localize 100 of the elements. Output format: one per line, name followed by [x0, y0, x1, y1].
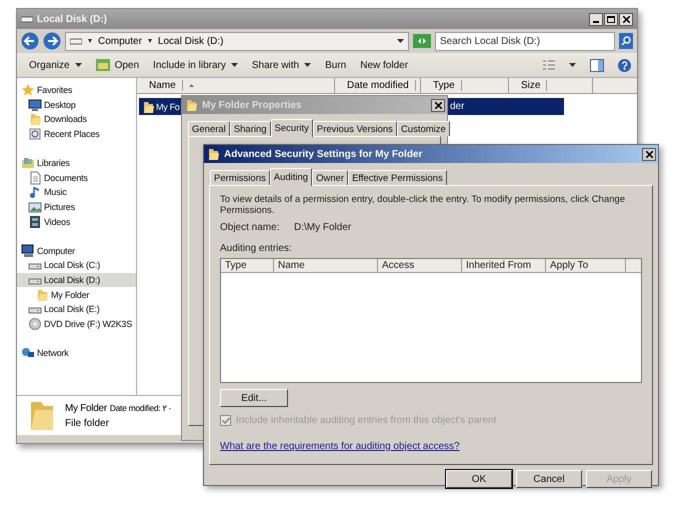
chevron-icon — [148, 39, 152, 43]
column-header[interactable]: Inherited From — [462, 259, 546, 272]
disc-icon — [28, 316, 42, 331]
forward-icon — [43, 32, 61, 50]
close-button[interactable] — [619, 12, 633, 26]
close-button[interactable] — [431, 98, 445, 112]
tab[interactable]: Previous Versions — [312, 121, 397, 136]
caret-icon — [397, 39, 404, 43]
tab[interactable]: Sharing — [230, 121, 271, 136]
toolbar-button[interactable]: Include in library — [147, 58, 244, 72]
toolbar-button[interactable]: Share with — [246, 58, 318, 72]
caret-icon — [74, 63, 82, 67]
search-icon — [619, 33, 633, 49]
minimize-button[interactable] — [589, 12, 603, 26]
toolbar-button[interactable]: Burn — [319, 58, 352, 72]
file-name-cell[interactable]: My Fo — [139, 98, 182, 115]
description-text: To view details of a permission entry, double-click the entry. To modify permissions, click Change Permissions. — [220, 194, 626, 216]
search-field[interactable]: Search Local Disk (D:) — [435, 32, 615, 50]
computer-icon — [21, 244, 35, 258]
nav-item[interactable]: Local Disk (D:) — [17, 272, 136, 288]
column-header[interactable]: Apply To — [546, 259, 626, 272]
column-header[interactable]: Size — [509, 78, 593, 93]
nav-item[interactable]: Computer — [17, 244, 136, 258]
view-list-icon — [543, 59, 555, 71]
nav-item[interactable]: Videos — [17, 214, 136, 229]
edit-button[interactable]: Edit... — [220, 389, 288, 407]
chevron-icon — [88, 39, 92, 43]
window-title: My Folder Properties — [202, 100, 302, 110]
tab[interactable]: Permissions — [210, 170, 270, 185]
tab[interactable]: Security — [270, 119, 313, 137]
caret-icon — [304, 63, 312, 67]
dialog-button[interactable]: OK — [446, 470, 512, 488]
entries-label: Auditing entries: — [220, 243, 293, 254]
close-icon — [434, 102, 442, 108]
nav-item[interactable]: My Folder — [17, 287, 136, 302]
window-title: Local Disk (D:) — [37, 14, 108, 24]
address-bar[interactable]: Computer Local Disk (D:) — [65, 32, 409, 50]
close-icon — [646, 150, 652, 158]
nav-item[interactable]: Downloads — [17, 112, 136, 127]
nav-item[interactable]: Desktop — [17, 98, 136, 112]
tab[interactable]: General — [188, 121, 230, 136]
recent-places-icon — [28, 127, 42, 142]
folder-icon — [184, 98, 198, 112]
maximize-icon — [607, 16, 615, 22]
folder-icon — [29, 400, 53, 432]
star-icon — [21, 83, 35, 98]
nav-item[interactable]: Pictures — [17, 200, 136, 214]
column-header[interactable]: Date modified — [335, 78, 421, 93]
column-header[interactable]: Name — [137, 78, 335, 93]
nav-item[interactable]: DVD Drive (F:) W2K3S — [17, 316, 136, 332]
sort-arrow-icon — [188, 84, 194, 87]
file-name-cell[interactable]: der — [448, 98, 564, 115]
help-icon — [618, 58, 631, 72]
nav-item[interactable]: Recent Places — [17, 126, 136, 142]
pictures-icon — [28, 200, 42, 214]
close-button[interactable] — [642, 148, 656, 160]
caret-icon — [569, 63, 576, 67]
folder-icon — [206, 147, 220, 161]
dialog-button[interactable]: Cancel — [516, 470, 582, 488]
folder-icon — [28, 112, 42, 126]
nav-item[interactable]: Network — [17, 346, 136, 360]
column-header[interactable]: Name — [274, 259, 378, 272]
film-icon — [28, 214, 42, 229]
toolbar-button[interactable]: New folder — [354, 58, 414, 72]
drive-icon — [21, 15, 33, 23]
nav-item[interactable]: Local Disk (C:) — [17, 258, 136, 273]
date-modified: Date modified: ٢٠ — [110, 403, 172, 413]
nav-item[interactable]: Documents — [17, 170, 136, 186]
toolbar-button[interactable]: Open — [90, 57, 146, 73]
tab[interactable]: Auditing — [270, 168, 312, 186]
nav-item[interactable]: Favorites — [17, 83, 136, 98]
help-link[interactable]: What are the requirements for auditing object access? — [220, 441, 460, 452]
refresh-icon — [413, 34, 431, 48]
back-icon — [21, 32, 39, 50]
column-header[interactable]: Access — [378, 259, 462, 272]
drive-icon — [70, 37, 82, 45]
document-icon — [28, 170, 42, 185]
library-icon — [21, 156, 35, 170]
maximize-button[interactable] — [604, 12, 618, 26]
tab[interactable]: Effective Permissions — [348, 170, 447, 185]
close-icon — [622, 16, 630, 22]
window-title: Advanced Security Settings for My Folder — [224, 148, 422, 160]
toolbar-button[interactable]: Organize — [23, 58, 88, 72]
folder-icon — [141, 100, 155, 114]
object-name-label: Object name: — [220, 222, 280, 233]
nav-item[interactable]: Libraries — [17, 156, 136, 171]
file-type: File folder — [65, 418, 110, 428]
nav-item[interactable]: Music — [17, 185, 136, 200]
checkmark-icon — [222, 417, 230, 424]
caret-icon — [230, 63, 238, 67]
column-header[interactable]: Type — [421, 78, 509, 93]
nav-item[interactable]: Local Disk (E:) — [17, 302, 136, 316]
tab[interactable]: Customize — [396, 121, 450, 136]
object-name-value: D:\My Folder — [294, 222, 352, 233]
tab[interactable]: Owner — [312, 170, 348, 185]
music-note-icon — [28, 185, 42, 200]
network-icon — [21, 346, 35, 360]
monitor-icon — [28, 98, 42, 112]
preview-pane-icon — [590, 58, 604, 72]
column-header[interactable]: Type — [221, 259, 274, 272]
